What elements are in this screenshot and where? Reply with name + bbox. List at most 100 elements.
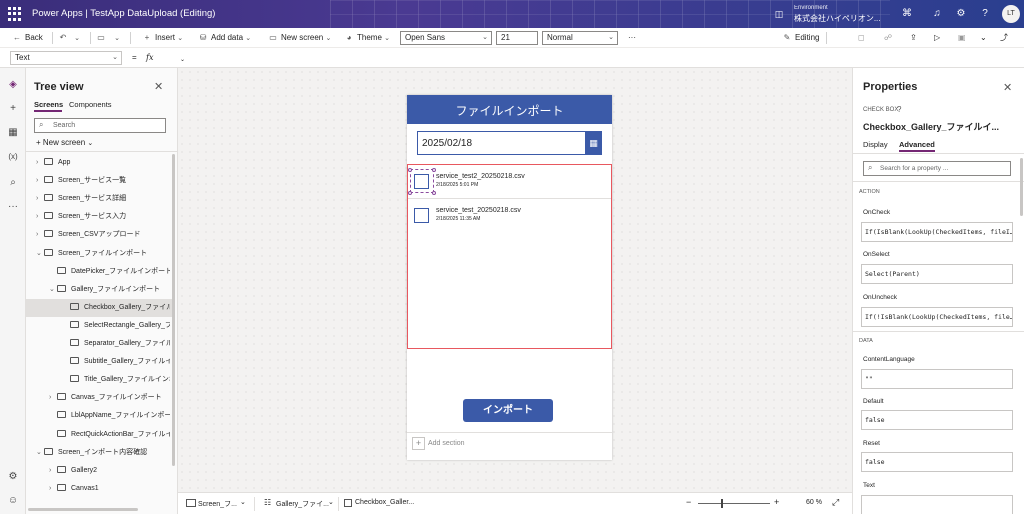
- layers-icon[interactable]: ◈: [6, 78, 20, 92]
- font-size-input[interactable]: 21: [496, 31, 538, 45]
- tree-item[interactable]: › Gallery2: [49, 464, 170, 478]
- chevron-icon[interactable]: ›: [49, 482, 57, 496]
- date-picker[interactable]: 2025/02/18 ▦: [417, 131, 602, 155]
- breadcrumb-gallery[interactable]: Gallery_ファイ...: [276, 499, 329, 509]
- zoom-slider-thumb[interactable]: [721, 499, 723, 508]
- breadcrumb-checkbox[interactable]: Checkbox_Galler...: [355, 499, 414, 506]
- copilot-dropdown[interactable]: ⌄: [180, 53, 185, 67]
- chevron-icon[interactable]: ›: [49, 391, 57, 405]
- import-button[interactable]: インポート: [463, 399, 553, 422]
- save-icon[interactable]: ▣: [958, 31, 966, 45]
- app-launcher-icon[interactable]: [8, 7, 22, 21]
- default-field[interactable]: false: [861, 410, 1013, 430]
- close-icon[interactable]: ✕: [154, 80, 163, 93]
- tree-item[interactable]: DatePicker_ファイルインポート: [49, 265, 170, 279]
- add-data-button[interactable]: ⛁ Add data ⌄: [198, 31, 252, 45]
- tree-scrollbar[interactable]: [172, 154, 175, 466]
- font-weight-select[interactable]: Normal ⌄: [542, 31, 618, 45]
- tree-item[interactable]: Separator_Gallery_ファイルイ: [62, 337, 170, 351]
- properties-scrollbar[interactable]: [1020, 158, 1023, 216]
- gallery-row[interactable]: service_test_20250218.csv 2/18/2025 11:3…: [408, 200, 611, 234]
- settings-icon[interactable]: ⚙: [954, 7, 968, 21]
- editing-button[interactable]: ✎ Editing: [782, 31, 820, 45]
- tab-display[interactable]: Display: [863, 140, 888, 149]
- gallery[interactable]: service_test2_20250218.csv 2/18/2025 5:0…: [407, 164, 612, 349]
- insert-icon[interactable]: +: [6, 102, 20, 116]
- oncheck-field[interactable]: If(IsBlank(LookUp(CheckedItems, fileI…: [861, 222, 1013, 242]
- save-dropdown[interactable]: ⌄: [980, 31, 987, 45]
- tab-advanced[interactable]: Advanced: [899, 140, 935, 149]
- tab-screens[interactable]: Screens: [34, 100, 63, 109]
- chevron-icon[interactable]: ⌄: [36, 446, 44, 460]
- add-section-icon[interactable]: +: [412, 437, 425, 450]
- tree-item[interactable]: › Canvas_ファイルインポート: [49, 391, 170, 405]
- app-screen[interactable]: ファイルインポート 2025/02/18 ▦ service_test2_202…: [407, 95, 612, 460]
- fx-icon[interactable]: fx: [146, 51, 153, 65]
- resize-handle[interactable]: [408, 168, 412, 172]
- search-input[interactable]: ⌕ Search: [34, 118, 166, 133]
- tree-item[interactable]: › Screen_サービス一覧: [36, 174, 170, 188]
- tree-item[interactable]: › Screen_サービス入力: [36, 210, 170, 224]
- publish-icon[interactable]: ⇪: [910, 31, 917, 45]
- close-icon[interactable]: ✕: [1003, 81, 1012, 94]
- tree-item[interactable]: › Screen_CSVアップロード: [36, 228, 170, 242]
- property-search-input[interactable]: ⌕ Search for a property ...: [863, 161, 1011, 176]
- more-icon[interactable]: ···: [6, 200, 20, 214]
- resize-handle[interactable]: [408, 191, 412, 195]
- notification-icon[interactable]: ♫: [930, 7, 944, 21]
- contentlanguage-field[interactable]: "": [861, 369, 1013, 389]
- chevron-icon[interactable]: ›: [36, 156, 44, 170]
- virtual-agent-icon[interactable]: ☺: [6, 494, 20, 508]
- tree-item[interactable]: SelectRectangle_Gallery_ファ: [62, 319, 170, 333]
- tree-item[interactable]: ⌄ Screen_インポート内容確認: [36, 446, 170, 460]
- onuncheck-field[interactable]: If(!IsBlank(LookUp(CheckedItems, file…: [861, 307, 1013, 327]
- tree-item[interactable]: Subtitle_Gallery_ファイルイン: [62, 355, 170, 369]
- onselect-field[interactable]: Select(Parent): [861, 264, 1013, 284]
- undo-dropdown[interactable]: ⌄: [72, 31, 85, 45]
- resize-handle[interactable]: [432, 191, 436, 195]
- chevron-icon[interactable]: ›: [36, 228, 44, 242]
- publish-button[interactable]: ⤴: [1000, 31, 1008, 45]
- property-select[interactable]: Text ⌄: [10, 51, 122, 65]
- copilot-icon[interactable]: ⌘: [900, 7, 914, 21]
- new-screen-button[interactable]: + New screen ⌄: [36, 138, 93, 147]
- zoom-slider[interactable]: [698, 503, 770, 504]
- row-checkbox[interactable]: [414, 208, 429, 223]
- resize-handle[interactable]: [432, 168, 436, 172]
- tree-item[interactable]: LblAppName_ファイルインポート: [49, 409, 170, 423]
- fit-to-window-icon[interactable]: ⤢: [832, 497, 839, 508]
- more-button[interactable]: ···: [628, 31, 636, 45]
- share-icon[interactable]: ☍: [884, 31, 892, 45]
- help-icon[interactable]: ?: [897, 105, 901, 114]
- tree-item[interactable]: ⌄ Screen_ファイルインポート: [36, 247, 170, 261]
- paste-button[interactable]: ▭: [96, 31, 109, 45]
- tree-item[interactable]: Title_Gallery_ファイルインポ: [62, 373, 170, 387]
- tab-components[interactable]: Components: [69, 100, 112, 109]
- chevron-icon[interactable]: ›: [36, 192, 44, 206]
- paste-dropdown[interactable]: ⌄: [112, 31, 125, 45]
- gallery-row[interactable]: service_test2_20250218.csv 2/18/2025 5:0…: [408, 165, 611, 199]
- chevron-icon[interactable]: ›: [49, 464, 57, 478]
- font-select[interactable]: Open Sans ⌄: [400, 31, 492, 45]
- calendar-icon[interactable]: ▦: [585, 132, 602, 154]
- zoom-out-icon[interactable]: −: [686, 497, 691, 507]
- tree-item[interactable]: Checkbox_Gallery_ファイルイ: [62, 301, 170, 315]
- chevron-icon[interactable]: ⌄: [36, 247, 44, 261]
- tree-item[interactable]: › Canvas1: [49, 482, 170, 496]
- chevron-down-icon[interactable]: ⌄: [240, 498, 246, 506]
- data-icon[interactable]: ▦: [6, 126, 20, 140]
- tree-item[interactable]: ⌄ Gallery_ファイルインポート: [49, 283, 170, 297]
- environment-name[interactable]: 株式会社ハイペリオン...: [794, 13, 881, 24]
- search-icon[interactable]: ⌕: [6, 176, 20, 190]
- chevron-icon[interactable]: ⌄: [49, 283, 57, 297]
- preview-icon[interactable]: ▷: [934, 31, 940, 45]
- tree-item[interactable]: › App: [36, 156, 170, 170]
- chevron-down-icon[interactable]: ⌄: [328, 498, 334, 506]
- variables-icon[interactable]: (x): [6, 150, 20, 164]
- settings-icon[interactable]: ⚙: [6, 470, 20, 484]
- reset-field[interactable]: false: [861, 452, 1013, 472]
- undo-button[interactable]: ↶: [58, 31, 71, 45]
- tree-item[interactable]: › Screen_サービス詳細: [36, 192, 170, 206]
- insert-button[interactable]: + Insert ⌄: [142, 31, 183, 45]
- text-field[interactable]: [861, 495, 1013, 514]
